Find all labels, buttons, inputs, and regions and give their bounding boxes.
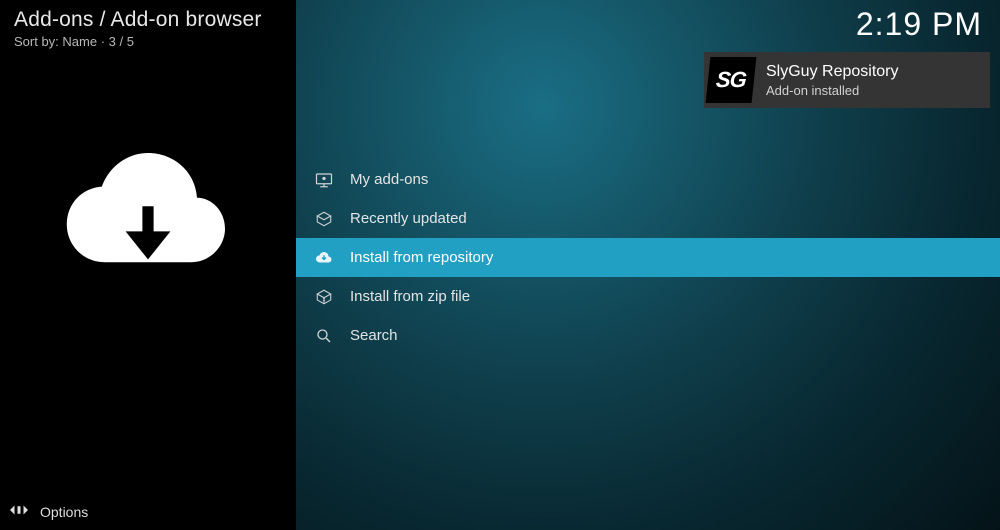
notification-badge: SG <box>706 57 757 103</box>
options-bar[interactable]: Options <box>0 494 296 530</box>
sort-prefix: Sort by: <box>14 34 62 49</box>
zip-file-icon <box>314 287 334 307</box>
notification-subtitle: Add-on installed <box>766 83 899 98</box>
menu-item-label: Search <box>350 327 398 344</box>
search-icon <box>314 326 334 346</box>
notification-toast[interactable]: SG SlyGuy Repository Add-on installed <box>704 52 990 108</box>
clock: 2:19 PM <box>856 6 982 43</box>
breadcrumb: Add-ons / Add-on browser <box>14 8 282 32</box>
sort-sep: · <box>97 34 109 49</box>
open-box-icon <box>314 209 334 229</box>
notification-text: SlyGuy Repository Add-on installed <box>766 63 899 98</box>
cloud-download-small-icon <box>314 248 334 268</box>
menu-item-install-from-repository[interactable]: Install from repository <box>296 238 1000 277</box>
menu-list: My add-ons Recently updated Install from… <box>296 160 1000 355</box>
menu-item-search[interactable]: Search <box>296 316 1000 355</box>
notification-title: SlyGuy Repository <box>766 63 899 81</box>
sort-line: Sort by: Name · 3 / 5 <box>14 34 282 49</box>
menu-item-label: My add-ons <box>350 171 428 188</box>
options-label: Options <box>40 504 88 520</box>
menu-item-label: Install from repository <box>350 249 493 266</box>
options-expand-icon <box>10 503 28 522</box>
menu-item-recently-updated[interactable]: Recently updated <box>296 199 1000 238</box>
menu-item-label: Install from zip file <box>350 288 470 305</box>
section-icon-wrap <box>14 139 282 284</box>
menu-item-my-addons[interactable]: My add-ons <box>296 160 1000 199</box>
monitor-icon <box>314 170 334 190</box>
menu-item-install-from-zip[interactable]: Install from zip file <box>296 277 1000 316</box>
sort-field: Name <box>62 34 97 49</box>
content: 2:19 PM SG SlyGuy Repository Add-on inst… <box>296 0 1000 530</box>
list-position: 3 / 5 <box>109 34 134 49</box>
cloud-download-icon <box>63 139 233 284</box>
sidebar: Add-ons / Add-on browser Sort by: Name ·… <box>0 0 296 530</box>
menu-item-label: Recently updated <box>350 210 467 227</box>
